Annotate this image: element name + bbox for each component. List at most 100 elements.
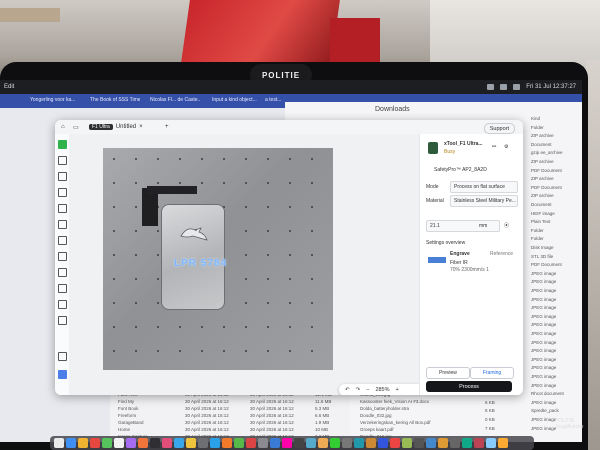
dock-app-icon[interactable] — [378, 438, 388, 448]
folder-icon[interactable]: ▭ — [73, 122, 79, 132]
dock-app-icon[interactable] — [462, 438, 472, 448]
file-kind: PDF Document — [531, 262, 562, 268]
link-icon[interactable]: ⚯ — [492, 144, 496, 150]
bed-hole — [311, 350, 313, 352]
device-name[interactable]: xTool_F1 Ultra... — [444, 141, 483, 147]
preview-button[interactable]: Preview — [426, 367, 470, 379]
reference-label[interactable]: Reference — [490, 251, 513, 257]
settings-tool-icon[interactable] — [58, 316, 67, 325]
bed-hole — [289, 206, 291, 208]
bed-hole — [245, 158, 247, 160]
gear-icon[interactable]: ⚙ — [504, 144, 508, 150]
dock-app-icon[interactable] — [210, 438, 220, 448]
home-icon[interactable]: ⌂ — [61, 122, 65, 132]
menubar-clock[interactable]: Fri 31 Jul 12:37:27 — [526, 84, 576, 90]
dock-app-icon[interactable] — [186, 438, 196, 448]
dock-app-icon[interactable] — [354, 438, 364, 448]
dock-app-icon[interactable] — [414, 438, 424, 448]
dock-app-icon[interactable] — [282, 438, 292, 448]
layers-tool-icon[interactable] — [58, 268, 67, 277]
select-tool-icon[interactable] — [58, 140, 67, 149]
dock-app-icon[interactable] — [90, 438, 100, 448]
dock-app-icon[interactable] — [306, 438, 316, 448]
zoom-level[interactable]: 285% — [375, 387, 389, 393]
help-icon[interactable] — [58, 352, 67, 361]
dock-app-icon[interactable] — [102, 438, 112, 448]
dock-app-icon[interactable] — [162, 438, 172, 448]
dock-app-icon[interactable] — [426, 438, 436, 448]
dock-app-icon[interactable] — [174, 438, 184, 448]
redo-icon[interactable]: ↷ — [356, 387, 361, 393]
dock-app-icon[interactable] — [486, 438, 496, 448]
dock-app-icon[interactable] — [222, 438, 232, 448]
document-tab[interactable]: F1 Ultra Untitled × — [89, 122, 143, 132]
dock-app-icon[interactable] — [246, 438, 256, 448]
wifi-icon[interactable] — [487, 84, 495, 90]
safety-device[interactable]: SafetyPro™ AP2_8A2D — [434, 167, 487, 173]
pen-tool-icon[interactable] — [58, 172, 67, 181]
close-icon[interactable]: × — [139, 124, 143, 130]
browser-tab[interactable]: Input a kind object... — [212, 97, 260, 106]
grid-tool-icon[interactable] — [58, 300, 67, 309]
dock-app-icon[interactable] — [330, 438, 340, 448]
dock-app-icon[interactable] — [366, 438, 376, 448]
file-kind: ZIP archive — [531, 133, 554, 139]
dock-app-icon[interactable] — [498, 438, 508, 448]
dock-app-icon[interactable] — [126, 438, 136, 448]
camera-tool-icon[interactable] — [58, 284, 67, 293]
bed-hole — [135, 326, 137, 328]
shape-tool-icon[interactable] — [58, 204, 67, 213]
cursor-tool-icon[interactable] — [58, 156, 67, 165]
rectangle-tool-icon[interactable] — [58, 236, 67, 245]
dock-app-icon[interactable] — [78, 438, 88, 448]
dock-app-icon[interactable] — [66, 438, 76, 448]
dock-app-icon[interactable] — [234, 438, 244, 448]
dock-app-icon[interactable] — [342, 438, 352, 448]
image-tool-icon[interactable] — [58, 188, 67, 197]
bird-engraving-icon[interactable] — [179, 224, 209, 242]
thickness-input[interactable]: 21.1 mm — [426, 220, 500, 232]
auto-measure-icon[interactable]: ⦿ — [504, 222, 509, 229]
zoom-in-icon[interactable]: + — [396, 387, 399, 393]
dock-app-icon[interactable] — [258, 438, 268, 448]
process-button[interactable]: Process — [426, 381, 512, 392]
material-select[interactable]: Stainless Steel Military Pe... — [450, 195, 518, 207]
dock-app-icon[interactable] — [390, 438, 400, 448]
battery-icon[interactable] — [500, 84, 508, 90]
dock-app-icon[interactable] — [402, 438, 412, 448]
dock-app-icon[interactable] — [150, 438, 160, 448]
support-button[interactable]: Support — [483, 123, 515, 134]
mode-select[interactable]: Process on flat surface — [450, 181, 518, 193]
metal-tin-object[interactable] — [161, 204, 225, 310]
dock-app-icon[interactable] — [54, 438, 64, 448]
zoom-out-icon[interactable]: − — [366, 387, 369, 393]
dock-app-icon[interactable] — [270, 438, 280, 448]
dock-app-icon[interactable] — [198, 438, 208, 448]
file-kind: JPEG image — [531, 365, 557, 371]
dock-app-icon[interactable] — [138, 438, 148, 448]
dock-app-icon[interactable] — [450, 438, 460, 448]
dock-app-icon[interactable] — [114, 438, 124, 448]
control-center-icon[interactable] — [513, 84, 521, 90]
undo-icon[interactable]: ↶ — [345, 387, 350, 393]
dock-app-icon[interactable] — [474, 438, 484, 448]
dock-app-icon[interactable] — [294, 438, 304, 448]
file-name: Dolda_batteryholder.stra — [360, 406, 410, 411]
engraving-text[interactable]: LPR 5784 — [174, 258, 227, 269]
menubar-app-menu[interactable]: Edit — [4, 84, 14, 90]
bed-hole — [311, 326, 313, 328]
engrave-label[interactable]: Engrave — [450, 251, 470, 257]
browser-tab[interactable]: Yongerling voor ka... — [30, 97, 78, 106]
framing-button[interactable]: Framing — [470, 367, 514, 379]
browser-tab[interactable]: Nicolas Fl... de Caste... — [150, 97, 200, 106]
dock-app-icon[interactable] — [438, 438, 448, 448]
file-kind: HEIF image — [531, 210, 555, 216]
text-tool-icon[interactable] — [58, 220, 67, 229]
add-tab-icon[interactable]: + — [165, 122, 169, 132]
account-icon[interactable] — [58, 370, 67, 379]
browser-tab[interactable]: The Book of SSS Times — [90, 97, 140, 106]
dock-app-icon[interactable] — [318, 438, 328, 448]
file-kind: JPEG image — [531, 322, 557, 328]
line-tool-icon[interactable] — [58, 252, 67, 261]
canvas-area[interactable]: LPR 5784 ↶ ↷ − 285% + — [69, 134, 463, 395]
